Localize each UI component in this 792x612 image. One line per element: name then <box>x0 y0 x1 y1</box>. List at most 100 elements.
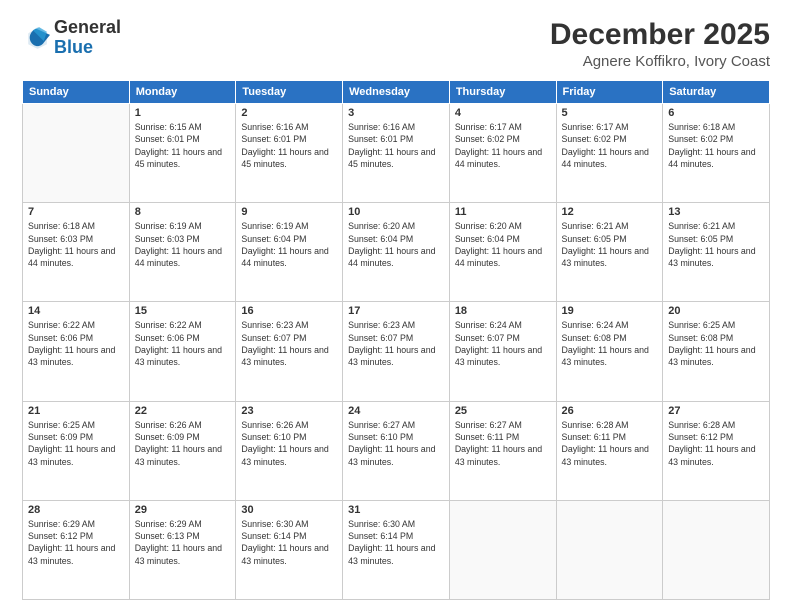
day-info: Sunrise: 6:28 AMSunset: 6:11 PMDaylight:… <box>562 419 658 468</box>
day-info: Sunrise: 6:29 AMSunset: 6:13 PMDaylight:… <box>135 518 231 567</box>
col-saturday: Saturday <box>663 81 770 104</box>
calendar-cell-w3-d4: 18Sunrise: 6:24 AMSunset: 6:07 PMDayligh… <box>449 302 556 401</box>
col-wednesday: Wednesday <box>343 81 450 104</box>
calendar-cell-w5-d5 <box>556 500 663 599</box>
calendar-cell-w3-d5: 19 Sunrise: 6:24 AMSunset: 6:08 PMDayligh… <box>556 302 663 401</box>
week-row-4: 21 Sunrise: 6:25 AMSunset: 6:09 PMDayligh… <box>23 401 770 500</box>
calendar-cell-w2-d1: 8 Sunrise: 6:19 AMSunset: 6:03 PMDaylight… <box>129 203 236 302</box>
title-block: December 2025 Agnere Koffikro, Ivory Coa… <box>550 18 770 70</box>
day-number: 12 <box>562 206 658 218</box>
day-info: Sunrise: 6:18 AMSunset: 6:03 PMDaylight:… <box>28 220 124 269</box>
day-number: 29 <box>135 504 231 516</box>
calendar-cell-w5-d2: 30Sunrise: 6:30 AMSunset: 6:14 PMDayligh… <box>236 500 343 599</box>
day-info: Sunrise: 6:25 AMSunset: 6:09 PMDaylight:… <box>28 419 124 468</box>
calendar-cell-w3-d3: 17 Sunrise: 6:23 AMSunset: 6:07 PMDayligh… <box>343 302 450 401</box>
day-info: Sunrise: 6:30 AMSunset: 6:14 PMDaylight:… <box>241 518 337 567</box>
day-number: 3 <box>348 107 444 119</box>
day-info: Sunrise: 6:22 AMSunset: 6:06 PMDaylight:… <box>28 319 124 368</box>
day-info: Sunrise: 6:29 AMSunset: 6:12 PMDaylight:… <box>28 518 124 567</box>
col-monday: Monday <box>129 81 236 104</box>
day-number: 11 <box>455 206 551 218</box>
col-friday: Friday <box>556 81 663 104</box>
calendar-cell-w1-d5: 5 Sunrise: 6:17 AMSunset: 6:02 PMDaylight… <box>556 104 663 203</box>
calendar-cell-w5-d3: 31Sunrise: 6:30 AMSunset: 6:14 PMDayligh… <box>343 500 450 599</box>
page: General Blue December 2025 Agnere Koffik… <box>0 0 792 612</box>
calendar-cell-w5-d1: 29 Sunrise: 6:29 AMSunset: 6:13 PMDayligh… <box>129 500 236 599</box>
day-info: Sunrise: 6:23 AMSunset: 6:07 PMDaylight:… <box>241 319 337 368</box>
calendar-cell-w4-d2: 23 Sunrise: 6:26 AMSunset: 6:10 PMDayligh… <box>236 401 343 500</box>
day-number: 19 <box>562 305 658 317</box>
calendar-cell-w4-d0: 21 Sunrise: 6:25 AMSunset: 6:09 PMDayligh… <box>23 401 130 500</box>
calendar-cell-w2-d4: 11Sunrise: 6:20 AMSunset: 6:04 PMDayligh… <box>449 203 556 302</box>
day-number: 2 <box>241 107 337 119</box>
day-number: 10 <box>348 206 444 218</box>
day-number: 24 <box>348 405 444 417</box>
day-number: 26 <box>562 405 658 417</box>
calendar-cell-w5-d4 <box>449 500 556 599</box>
calendar-cell-w3-d2: 16Sunrise: 6:23 AMSunset: 6:07 PMDayligh… <box>236 302 343 401</box>
day-info: Sunrise: 6:24 AMSunset: 6:08 PMDaylight:… <box>562 319 658 368</box>
day-number: 5 <box>562 107 658 119</box>
day-number: 17 <box>348 305 444 317</box>
calendar-cell-w5-d0: 28 Sunrise: 6:29 AMSunset: 6:12 PMDayligh… <box>23 500 130 599</box>
day-info: Sunrise: 6:19 AMSunset: 6:03 PMDaylight:… <box>135 220 231 269</box>
month-title: December 2025 <box>550 18 770 51</box>
calendar-cell-w4-d5: 26 Sunrise: 6:28 AMSunset: 6:11 PMDayligh… <box>556 401 663 500</box>
day-info: Sunrise: 6:26 AMSunset: 6:09 PMDaylight:… <box>135 419 231 468</box>
calendar-header-row: Sunday Monday Tuesday Wednesday Thursday… <box>23 81 770 104</box>
calendar-cell-w2-d2: 9 Sunrise: 6:19 AMSunset: 6:04 PMDaylight… <box>236 203 343 302</box>
day-info: Sunrise: 6:26 AMSunset: 6:10 PMDaylight:… <box>241 419 337 468</box>
day-info: Sunrise: 6:30 AMSunset: 6:14 PMDaylight:… <box>348 518 444 567</box>
day-info: Sunrise: 6:16 AMSunset: 6:01 PMDaylight:… <box>241 121 337 170</box>
day-number: 23 <box>241 405 337 417</box>
day-number: 8 <box>135 206 231 218</box>
day-info: Sunrise: 6:27 AMSunset: 6:11 PMDaylight:… <box>455 419 551 468</box>
day-number: 9 <box>241 206 337 218</box>
logo: General Blue <box>22 18 121 58</box>
calendar-cell-w4-d4: 25 Sunrise: 6:27 AMSunset: 6:11 PMDayligh… <box>449 401 556 500</box>
logo-general: General <box>54 17 121 37</box>
day-number: 18 <box>455 305 551 317</box>
day-number: 14 <box>28 305 124 317</box>
col-tuesday: Tuesday <box>236 81 343 104</box>
logo-blue: Blue <box>54 37 93 57</box>
day-info: Sunrise: 6:17 AMSunset: 6:02 PMDaylight:… <box>562 121 658 170</box>
calendar-cell-w2-d6: 13 Sunrise: 6:21 AMSunset: 6:05 PMDayligh… <box>663 203 770 302</box>
day-info: Sunrise: 6:22 AMSunset: 6:06 PMDaylight:… <box>135 319 231 368</box>
day-info: Sunrise: 6:21 AMSunset: 6:05 PMDaylight:… <box>668 220 764 269</box>
day-info: Sunrise: 6:27 AMSunset: 6:10 PMDaylight:… <box>348 419 444 468</box>
day-info: Sunrise: 6:23 AMSunset: 6:07 PMDaylight:… <box>348 319 444 368</box>
day-info: Sunrise: 6:18 AMSunset: 6:02 PMDaylight:… <box>668 121 764 170</box>
calendar-cell-w1-d6: 6 Sunrise: 6:18 AMSunset: 6:02 PMDaylight… <box>663 104 770 203</box>
day-number: 28 <box>28 504 124 516</box>
day-number: 21 <box>28 405 124 417</box>
calendar-cell-w3-d1: 15 Sunrise: 6:22 AMSunset: 6:06 PMDayligh… <box>129 302 236 401</box>
col-sunday: Sunday <box>23 81 130 104</box>
day-number: 4 <box>455 107 551 119</box>
day-info: Sunrise: 6:19 AMSunset: 6:04 PMDaylight:… <box>241 220 337 269</box>
logo-icon <box>22 24 50 52</box>
calendar-cell-w3-d6: 20Sunrise: 6:25 AMSunset: 6:08 PMDayligh… <box>663 302 770 401</box>
calendar-cell-w4-d1: 22 Sunrise: 6:26 AMSunset: 6:09 PMDayligh… <box>129 401 236 500</box>
calendar-cell-w1-d3: 3Sunrise: 6:16 AMSunset: 6:01 PMDaylight… <box>343 104 450 203</box>
week-row-1: 1 Sunrise: 6:15 AMSunset: 6:01 PMDaylight… <box>23 104 770 203</box>
calendar-cell-w5-d6 <box>663 500 770 599</box>
calendar-cell-w4-d6: 27Sunrise: 6:28 AMSunset: 6:12 PMDayligh… <box>663 401 770 500</box>
calendar-cell-w2-d0: 7Sunrise: 6:18 AMSunset: 6:03 PMDaylight… <box>23 203 130 302</box>
day-number: 27 <box>668 405 764 417</box>
day-number: 25 <box>455 405 551 417</box>
week-row-3: 14 Sunrise: 6:22 AMSunset: 6:06 PMDayligh… <box>23 302 770 401</box>
day-number: 13 <box>668 206 764 218</box>
calendar-table: Sunday Monday Tuesday Wednesday Thursday… <box>22 80 770 600</box>
day-number: 22 <box>135 405 231 417</box>
day-number: 6 <box>668 107 764 119</box>
col-thursday: Thursday <box>449 81 556 104</box>
day-info: Sunrise: 6:21 AMSunset: 6:05 PMDaylight:… <box>562 220 658 269</box>
calendar-cell-w1-d4: 4 Sunrise: 6:17 AMSunset: 6:02 PMDaylight… <box>449 104 556 203</box>
day-number: 15 <box>135 305 231 317</box>
header: General Blue December 2025 Agnere Koffik… <box>22 18 770 70</box>
day-info: Sunrise: 6:15 AMSunset: 6:01 PMDaylight:… <box>135 121 231 170</box>
calendar-cell-w2-d3: 10Sunrise: 6:20 AMSunset: 6:04 PMDayligh… <box>343 203 450 302</box>
day-number: 1 <box>135 107 231 119</box>
day-info: Sunrise: 6:17 AMSunset: 6:02 PMDaylight:… <box>455 121 551 170</box>
